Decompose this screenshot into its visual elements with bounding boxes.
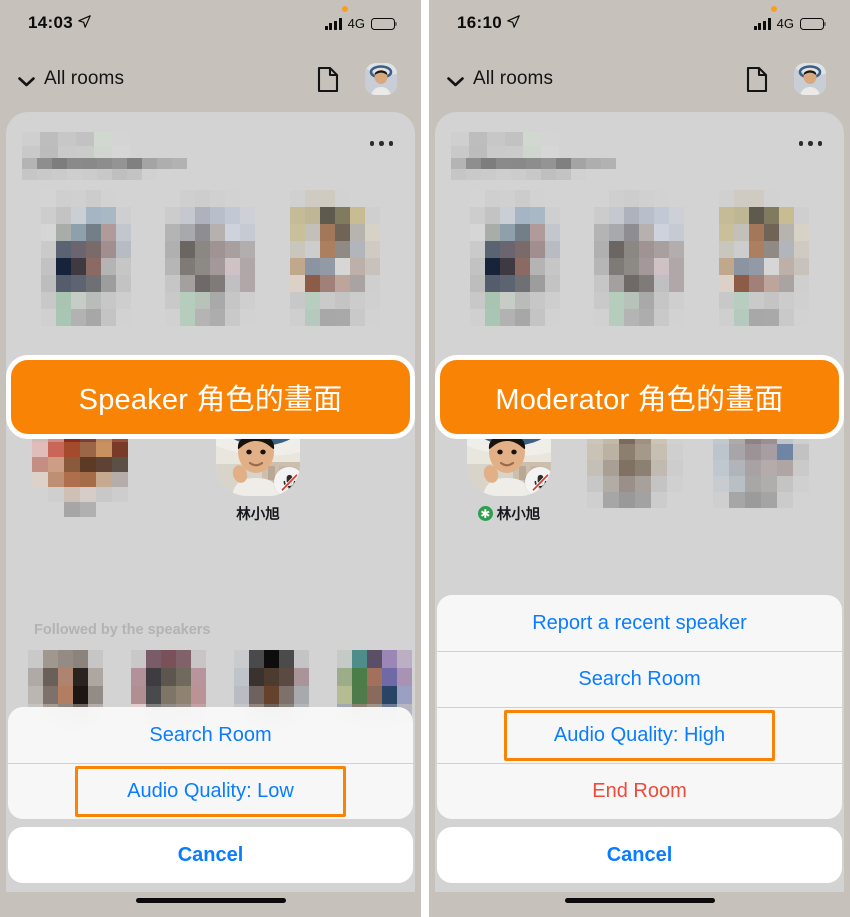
blurred-room-title xyxy=(451,132,559,160)
network-type-label: 4G xyxy=(347,15,365,31)
more-options-icon[interactable] xyxy=(369,141,393,146)
action-sheet-item-audio-quality[interactable]: Audio Quality: High xyxy=(437,707,842,763)
blurred-room-title xyxy=(22,132,130,160)
blurred-speaker-tile xyxy=(164,190,256,326)
battery-icon xyxy=(800,17,827,30)
annotation-banner-text: Moderator 角色的畫面 xyxy=(495,384,784,416)
blurred-speaker-tile xyxy=(469,190,561,326)
blurred-speaker-tile xyxy=(40,190,132,326)
person-name-label: 林小旭 xyxy=(236,507,280,523)
person-name-label: 林小旭 xyxy=(496,507,541,523)
blurred-room-subtitle xyxy=(451,158,616,180)
action-sheet-cancel-button[interactable]: Cancel xyxy=(8,827,413,883)
home-indicator xyxy=(564,897,715,903)
action-sheet: Report a recent speaker Search Room Audi… xyxy=(437,595,842,883)
all-rooms-button[interactable]: All rooms xyxy=(447,68,553,90)
network-type-label: 4G xyxy=(776,15,794,31)
status-bar: 16:10 4G xyxy=(429,0,850,46)
action-sheet: Search Room Audio Quality: Low Cancel xyxy=(8,707,413,883)
avatar[interactable] xyxy=(365,63,397,95)
home-indicator xyxy=(135,897,286,903)
blurred-room-subtitle xyxy=(22,158,187,180)
cellular-bars-icon xyxy=(324,17,342,30)
action-sheet-group: Search Room Audio Quality: Low xyxy=(8,707,413,819)
person-name: 林小旭 xyxy=(210,503,306,524)
nav-actions xyxy=(317,63,397,95)
microphone-muted-icon xyxy=(525,467,551,496)
nav-bar: All rooms xyxy=(429,46,850,112)
action-sheet-item-end-room[interactable]: End Room xyxy=(437,763,842,819)
recording-dot-icon xyxy=(771,5,777,12)
blurred-speaker-tile xyxy=(718,190,810,326)
status-bar: 14:03 4G xyxy=(0,0,421,46)
chevron-down-icon xyxy=(447,74,464,87)
person-name: ✱ 林小旭 xyxy=(461,503,557,524)
location-arrow-icon xyxy=(78,13,91,33)
action-sheet-cancel-button[interactable]: Cancel xyxy=(437,827,842,883)
status-bar-indicators: 4G xyxy=(324,5,398,31)
moderator-star-icon: ✱ xyxy=(477,506,493,521)
avatar[interactable] xyxy=(794,63,826,95)
all-rooms-label: All rooms xyxy=(44,68,125,89)
phone-panel-moderator: 16:10 4G All rooms ✱ 林小旭 Moderator 角色的畫面… xyxy=(429,0,850,917)
chevron-down-icon xyxy=(18,74,35,87)
comparison-screenshot: 14:03 4G All rooms 林小旭 Followed by the s… xyxy=(0,0,850,917)
battery-icon xyxy=(371,17,398,30)
speaker-grid xyxy=(435,190,844,326)
status-bar-time: 14:03 xyxy=(28,13,91,33)
action-sheet-group: Report a recent speaker Search Room Audi… xyxy=(437,595,842,819)
document-icon[interactable] xyxy=(746,66,768,93)
recording-dot-icon xyxy=(342,5,348,12)
nav-bar: All rooms xyxy=(0,46,421,112)
status-bar-indicators: 4G xyxy=(753,5,827,31)
annotation-banner-moderator: Moderator 角色的畫面 xyxy=(435,355,844,439)
cellular-bars-icon xyxy=(753,17,771,30)
annotation-banner-text: Speaker 角色的畫面 xyxy=(78,384,343,416)
action-sheet-item-audio-quality[interactable]: Audio Quality: Low xyxy=(8,763,413,819)
phone-panel-speaker: 14:03 4G All rooms 林小旭 Followed by the s… xyxy=(0,0,421,917)
action-sheet-item-report-speaker[interactable]: Report a recent speaker xyxy=(437,595,842,651)
status-bar-time: 16:10 xyxy=(457,13,520,33)
nav-actions xyxy=(746,63,826,95)
blurred-speaker-tile xyxy=(289,190,381,326)
panel-divider xyxy=(421,0,425,917)
speaker-grid xyxy=(6,190,415,326)
annotation-banner-speaker: Speaker 角色的畫面 xyxy=(6,355,415,439)
document-icon[interactable] xyxy=(317,66,339,93)
location-arrow-icon xyxy=(507,13,520,33)
all-rooms-button[interactable]: All rooms xyxy=(18,68,124,90)
blurred-speaker-tile xyxy=(593,190,685,326)
followed-by-label: Followed by the speakers xyxy=(34,622,211,638)
more-options-icon[interactable] xyxy=(798,141,822,146)
action-sheet-item-search-room[interactable]: Search Room xyxy=(437,651,842,707)
all-rooms-label: All rooms xyxy=(473,68,554,89)
action-sheet-item-search-room[interactable]: Search Room xyxy=(8,707,413,763)
microphone-muted-icon xyxy=(274,467,300,496)
